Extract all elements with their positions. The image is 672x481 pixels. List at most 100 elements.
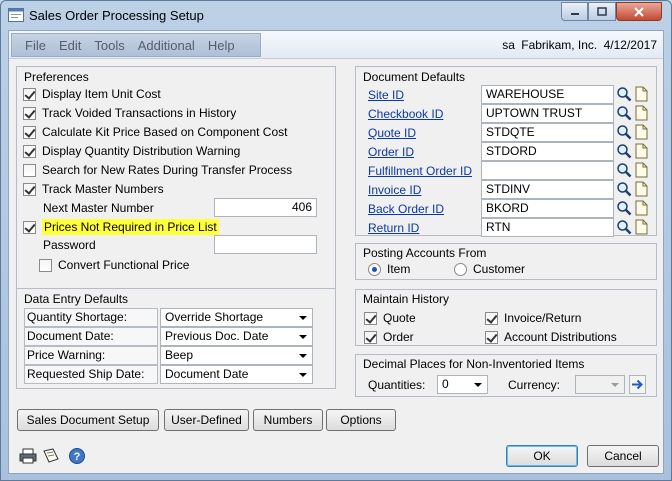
new-document-icon[interactable] [635,181,648,197]
back-order-id-link[interactable]: Back Order ID [368,202,444,216]
sales-document-setup-button[interactable]: Sales Document Setup [17,409,159,431]
posting-item-radio[interactable] [368,262,381,276]
new-document-icon[interactable] [635,219,648,235]
pref-track-master[interactable]: Track Master Numbers [23,181,164,197]
pref-qty-dist-warning[interactable]: Display Quantity Distribution Warning [23,143,240,159]
quantities-select[interactable]: 0 [437,375,488,394]
pref-track-voided-label: Track Voided Transactions in History [42,106,237,120]
menu-tools[interactable]: Tools [81,38,124,53]
pref-convert-functional-checkbox[interactable] [39,258,52,272]
new-document-icon[interactable] [635,143,648,159]
history-order[interactable]: Order [364,329,414,345]
next-master-input[interactable]: 406 [214,198,317,217]
new-document-icon[interactable] [635,105,648,121]
note-icon[interactable] [42,447,60,465]
quantities-value: 0 [442,377,449,391]
ok-button[interactable]: OK [506,445,578,467]
return-id-link[interactable]: Return ID [368,221,419,235]
user-defined-button[interactable]: User-Defined [164,409,249,431]
order-id-input[interactable]: STDORD [481,142,614,161]
history-invoice-return-label: Invoice/Return [504,311,582,325]
pref-display-unit-cost-checkbox[interactable] [23,87,36,101]
price-warning-select[interactable]: Beep [160,346,313,365]
password-input[interactable] [214,235,317,254]
cancel-button[interactable]: Cancel [587,445,659,467]
window-client: File Edit Tools Additional Help sa Fabri… [8,30,664,474]
pref-convert-functional[interactable]: Convert Functional Price [39,257,189,273]
minimize-button[interactable] [561,2,588,21]
chevron-down-icon [611,383,619,387]
pref-prices-not-required-checkbox[interactable] [23,220,36,234]
currency-select[interactable] [575,375,625,394]
user-name: sa [502,38,515,52]
order-id-link[interactable]: Order ID [368,145,414,159]
chevron-down-icon [299,354,307,358]
pref-track-voided[interactable]: Track Voided Transactions in History [23,105,236,121]
magnifier-icon[interactable] [616,200,632,216]
pref-search-new-rates-checkbox[interactable] [23,163,36,177]
posting-customer-radio[interactable] [454,262,467,276]
new-document-icon[interactable] [635,162,648,178]
pref-qty-dist-warning-checkbox[interactable] [23,144,36,158]
checkbook-id-input[interactable]: UPTOWN TRUST [481,104,614,123]
magnifier-icon[interactable] [616,219,632,235]
magnifier-icon[interactable] [616,105,632,121]
menu-file[interactable]: File [12,38,46,53]
site-id-link[interactable]: Site ID [368,88,404,102]
history-invoice-return[interactable]: Invoice/Return [485,310,581,326]
quantities-label: Quantities: [368,378,426,392]
quantity-shortage-select[interactable]: Override Shortage [160,308,313,327]
history-invoice-return-checkbox[interactable] [485,311,498,325]
chevron-down-icon [474,383,482,387]
menu-help[interactable]: Help [195,38,235,53]
quote-id-link[interactable]: Quote ID [368,126,416,140]
checkbook-id-link[interactable]: Checkbook ID [368,107,443,121]
pref-track-voided-checkbox[interactable] [23,106,36,120]
return-id-input[interactable]: RTN [481,218,614,237]
magnifier-icon[interactable] [616,162,632,178]
pref-track-master-label: Track Master Numbers [42,182,164,196]
document-date-label: Document Date: [24,327,158,346]
requested-ship-date-select[interactable]: Document Date [160,365,313,384]
pref-track-master-checkbox[interactable] [23,182,36,196]
fulfillment-order-id-link[interactable]: Fulfillment Order ID [368,164,472,178]
maximize-button[interactable] [588,2,616,21]
history-order-checkbox[interactable] [364,330,377,344]
new-document-icon[interactable] [635,200,648,216]
title-bar[interactable]: Sales Order Processing Setup [1,1,671,29]
minimize-icon [570,12,579,15]
pref-display-unit-cost[interactable]: Display Item Unit Cost [23,86,161,102]
options-button[interactable]: Options [326,409,396,431]
magnifier-icon[interactable] [616,86,632,102]
document-date-select[interactable]: Previous Doc. Date [160,327,313,346]
quote-id-input[interactable]: STDQTE [481,123,614,142]
menu-additional[interactable]: Additional [125,38,195,53]
back-order-id-input[interactable]: BKORD [481,199,614,218]
posting-item-option[interactable]: Item [368,262,410,276]
help-icon[interactable]: ? [68,447,86,465]
fulfillment-order-id-input[interactable] [481,161,614,180]
new-document-icon[interactable] [635,124,648,140]
new-document-icon[interactable] [635,86,648,102]
history-account-distributions[interactable]: Account Distributions [485,329,617,345]
magnifier-icon[interactable] [616,124,632,140]
invoice-id-input[interactable]: STDINV [481,180,614,199]
close-button[interactable] [616,2,662,21]
pref-prices-not-required[interactable]: Prices Not Required in Price List [23,219,219,235]
menu-edit[interactable]: Edit [46,38,81,53]
site-id-input[interactable]: WAREHOUSE [481,85,614,104]
pref-calc-kit-price[interactable]: Calculate Kit Price Based on Component C… [23,124,287,140]
printer-icon[interactable] [19,447,37,465]
history-quote-checkbox[interactable] [364,311,377,325]
pref-calc-kit-price-checkbox[interactable] [23,125,36,139]
magnifier-icon[interactable] [616,181,632,197]
arrow-right-icon[interactable] [629,375,646,394]
numbers-button[interactable]: Numbers [253,409,323,431]
history-account-distributions-checkbox[interactable] [485,330,498,344]
pref-search-new-rates[interactable]: Search for New Rates During Transfer Pro… [23,162,292,178]
invoice-id-link[interactable]: Invoice ID [368,183,421,197]
history-quote-label: Quote [383,311,416,325]
posting-customer-option[interactable]: Customer [454,262,525,276]
magnifier-icon[interactable] [616,143,632,159]
history-quote[interactable]: Quote [364,310,416,326]
